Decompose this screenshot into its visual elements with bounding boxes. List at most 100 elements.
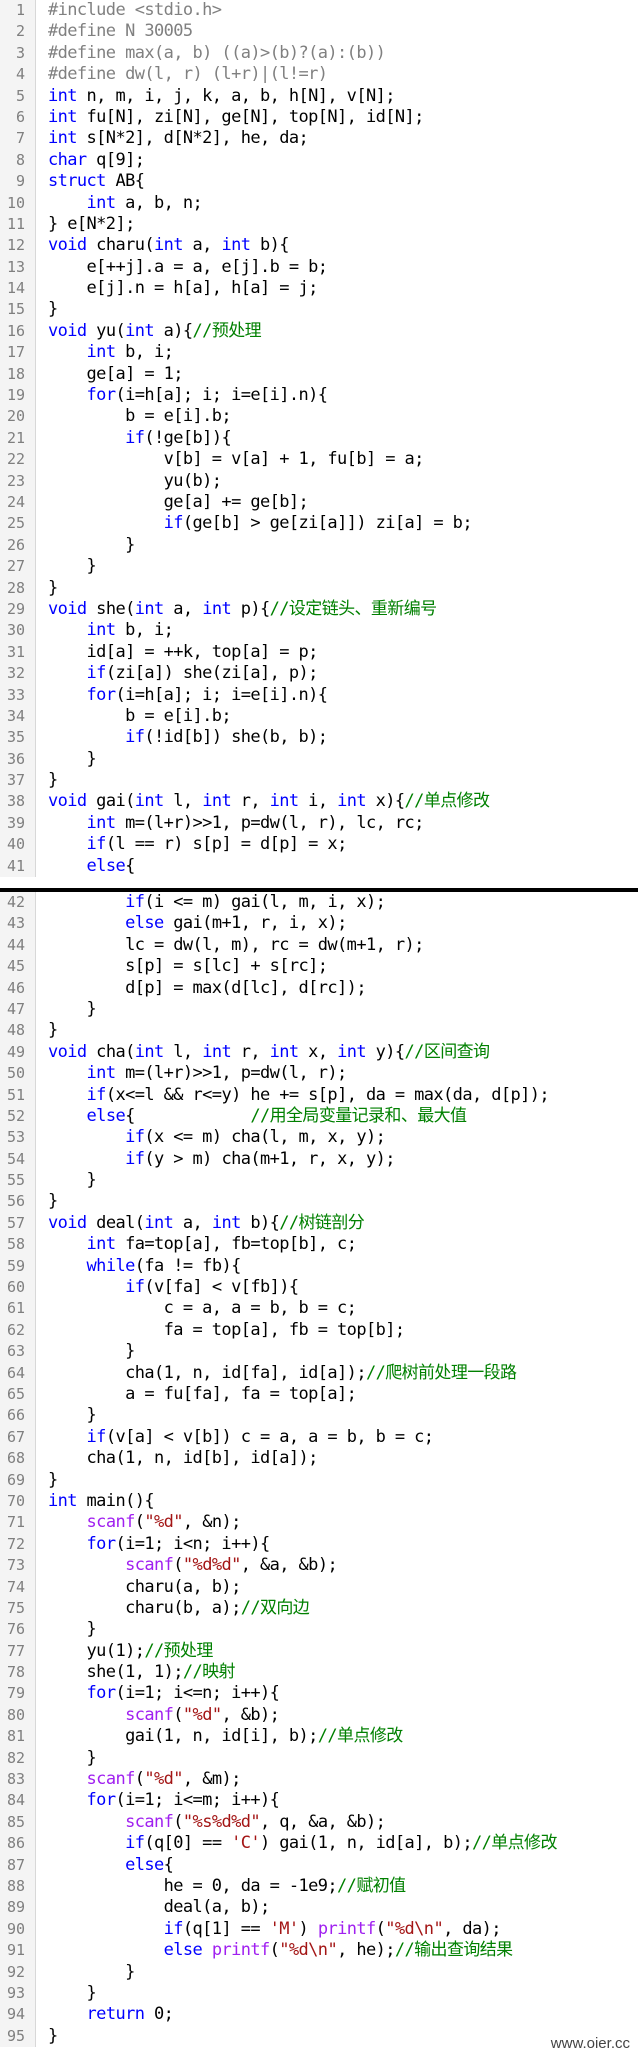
- code-token: ge[a] = 1;: [48, 363, 184, 384]
- code-line: 70 int main(){: [0, 1490, 638, 1513]
- code-text: e[++j].a = a, e[j].b = b;: [36, 257, 328, 278]
- line-number: 24: [0, 491, 36, 514]
- code-token: printf: [317, 1918, 376, 1939]
- code-text: scanf("%d%d", &a, &b);: [36, 1555, 338, 1576]
- code-text: int b, i;: [36, 342, 174, 363]
- code-token: cha(1, n, id[b], id[a]);: [48, 1448, 319, 1469]
- code-token: (i=1; i<n; i++){: [115, 1533, 270, 1554]
- code-comment: //区间查询: [404, 1041, 490, 1062]
- code-comment: //爬树前处理一段路: [365, 1362, 517, 1383]
- code-line: 94 return 0;: [0, 2004, 638, 2026]
- code-keyword: else: [125, 1854, 164, 1875]
- code-text: for(i=1; i<=n; i++){: [36, 1683, 280, 1704]
- line-number: 84: [0, 1790, 36, 1812]
- line-number: 39: [0, 812, 36, 835]
- code-token: }: [48, 534, 135, 555]
- code-keyword: return: [86, 2004, 145, 2025]
- code-line: 82 }: [0, 1747, 638, 1770]
- code-token: (v[a] < v[b]) c = a, a = b, b = c;: [105, 1426, 434, 1447]
- code-keyword: if: [86, 1426, 107, 1447]
- code-token: (: [134, 1512, 145, 1533]
- code-token: fa=top[a], fb=top[b], c;: [115, 1234, 357, 1255]
- code-keyword: if: [86, 1084, 107, 1105]
- line-number: 72: [0, 1533, 36, 1556]
- line-number: 74: [0, 1576, 36, 1598]
- code-text: #define max(a, b) ((a)>(b)?(a):(b)): [36, 43, 386, 64]
- code-line: 17 int b, i;: [0, 342, 638, 364]
- line-number: 87: [0, 1854, 36, 1876]
- code-text: struct AB{: [36, 171, 145, 192]
- line-number: 94: [0, 2004, 36, 2026]
- code-line: 65 a = fu[fa], fa = top[a];: [0, 1383, 638, 1406]
- code-line: 63 }: [0, 1341, 638, 1363]
- line-number: 58: [0, 1234, 36, 1256]
- code-token: }: [48, 998, 97, 1019]
- code-line: 44 lc = dw(l, m), rc = dw(m+1, r);: [0, 934, 638, 957]
- code-token: b = e[i].b;: [48, 705, 232, 726]
- code-token: }: [48, 2025, 58, 2046]
- line-number: 32: [0, 663, 36, 685]
- code-keyword: if: [125, 1833, 145, 1854]
- line-number: 44: [0, 934, 36, 957]
- code-panel-bottom: 42 if(i <= m) gai(l, m, i, x); 43 else ga…: [0, 892, 638, 2058]
- code-token: }: [48, 577, 58, 598]
- code-line: 27 }: [0, 556, 638, 578]
- code-text: for(i=h[a]; i; i=e[i].n){: [36, 385, 328, 406]
- line-number: 65: [0, 1383, 36, 1406]
- code-token: s[N*2], d[N*2], he, da;: [76, 128, 309, 149]
- code-text: if(v[a] < v[b]) c = a, a = b, b = c;: [36, 1426, 434, 1448]
- line-number: 18: [0, 363, 36, 386]
- code-text: void yu(int a){//预处理: [36, 321, 262, 342]
- code-text: he = 0, da = -1e9;//赋初值: [36, 1876, 407, 1897]
- code-line: 33 for(i=h[a]; i; i=e[i].n){: [0, 684, 638, 706]
- code-text: #include <stdio.h>: [36, 0, 222, 21]
- code-token: , q, &a, &b);: [260, 1811, 386, 1832]
- code-text: if(!id[b]) she(b, b);: [36, 727, 328, 748]
- code-line: 37}: [0, 770, 638, 792]
- code-line: 67 if(v[a] < v[b]) c = a, a = b, b = c;: [0, 1426, 638, 1449]
- code-line: 39 int m=(l+r)>>1, p=dw(l, r), lc, rc;: [0, 812, 638, 835]
- code-text: }: [36, 1020, 58, 1041]
- code-token: yu(1);: [48, 1640, 145, 1661]
- code-line: 47 }: [0, 998, 638, 1021]
- code-line: 84 for(i=1; i<=m; i++){: [0, 1790, 638, 1812]
- code-line: 15}: [0, 299, 638, 321]
- code-line: 28}: [0, 577, 638, 599]
- code-line: 18 ge[a] = 1;: [0, 363, 638, 386]
- code-text: int fu[N], zi[N], ge[N], top[N], id[N];: [36, 107, 424, 128]
- code-text: if(x <= m) cha(l, m, x, y);: [36, 1127, 386, 1148]
- code-token: "%d": [144, 1769, 183, 1790]
- code-token: #include <stdio.h>: [48, 0, 222, 20]
- code-token: b){: [240, 1212, 280, 1233]
- line-number: 37: [0, 770, 36, 792]
- code-line: 66 }: [0, 1405, 638, 1427]
- code-comment: //单点修改: [317, 1726, 403, 1747]
- code-text: if(v[fa] < v[fb]){: [36, 1277, 299, 1298]
- code-line: 69}: [0, 1469, 638, 1491]
- code-token: }: [48, 1961, 135, 1982]
- code-text: void deal(int a, int b){//树链剖分: [36, 1212, 365, 1234]
- code-token: (!ge[b]){: [144, 427, 232, 448]
- code-line: 91 else printf("%d\n", he);//输出查询结果: [0, 1940, 638, 1962]
- code-line: 55 }: [0, 1170, 638, 1192]
- line-number: 42: [0, 892, 36, 914]
- code-text: return 0;: [36, 2004, 174, 2025]
- code-token: (ge[b] > ge[zi[a]]) zi[a] = b;: [182, 513, 473, 534]
- line-number: 21: [0, 427, 36, 450]
- code-token: m=(l+r)>>1, p=dw(l, r), lc, rc;: [115, 812, 424, 833]
- code-keyword: int: [86, 620, 117, 641]
- line-number: 30: [0, 620, 36, 642]
- line-number: 38: [0, 791, 36, 813]
- code-token: gai(m+1, r, i, x);: [163, 913, 347, 934]
- line-number: 35: [0, 727, 36, 749]
- code-keyword: int: [86, 192, 117, 213]
